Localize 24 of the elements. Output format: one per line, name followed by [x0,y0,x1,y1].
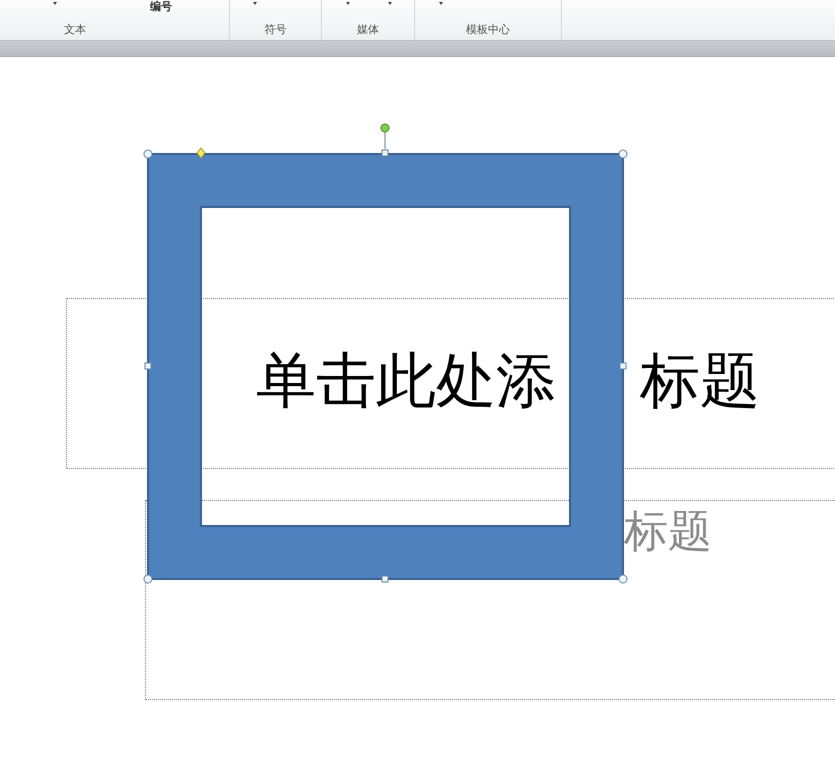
group-label: 文本 [64,23,86,38]
title-text: 单击此处添 [256,351,556,411]
adjust-handle[interactable] [196,147,206,159]
resize-handle[interactable] [144,574,152,584]
group-label: 模板中心 [466,23,510,38]
frame-shape[interactable] [147,153,624,580]
subtitle-text: 标题 [624,510,712,554]
rotation-handle[interactable] [380,124,390,150]
group-label: 符号 [264,23,286,38]
caret-icon[interactable] [53,2,57,5]
caret-icon[interactable] [346,2,350,5]
resize-handle[interactable] [144,150,152,158]
caret-icon[interactable] [388,2,392,5]
caret-icon[interactable] [253,2,257,5]
title-text: 标题 [640,351,760,411]
resize-handle[interactable] [382,576,388,582]
resize-handle[interactable] [382,150,388,156]
resize-handle[interactable] [144,362,152,370]
resize-handle[interactable] [618,150,628,158]
resize-handle[interactable] [618,574,628,584]
group-label: 媒体 [357,23,379,38]
numbering-label[interactable]: 编号 [150,0,172,14]
resize-handle[interactable] [620,362,626,370]
caret-icon[interactable] [439,2,443,5]
